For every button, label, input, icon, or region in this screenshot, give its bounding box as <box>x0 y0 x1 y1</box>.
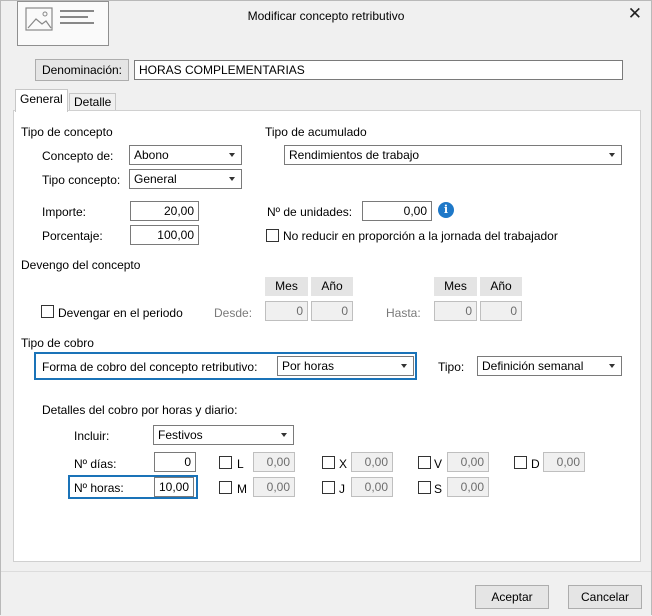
detalles-heading: Detalles del cobro por horas y diario: <box>42 403 238 417</box>
unidades-field[interactable]: 0,00 <box>362 201 432 221</box>
denominacion-field[interactable]: HORAS COMPLEMENTARIAS <box>134 60 623 80</box>
num-dias-label: Nº días: <box>74 457 117 471</box>
day-j-label: J <box>339 482 345 496</box>
tipo-concepto-value: General <box>134 172 177 186</box>
forma-cobro-label: Forma de cobro del concepto retributivo: <box>42 360 258 374</box>
desde-mes-header: Mes <box>265 277 308 296</box>
chevron-down-icon <box>281 433 287 437</box>
num-horas-field[interactable]: 10,00 <box>154 477 194 497</box>
chevron-down-icon <box>609 153 615 157</box>
concepto-de-value: Abono <box>134 148 169 162</box>
chevron-down-icon <box>401 364 407 368</box>
tipo-concepto-select[interactable]: General <box>129 169 242 189</box>
denominacion-button[interactable]: Denominación: <box>35 59 129 81</box>
day-l-field[interactable]: 0,00 <box>253 452 295 472</box>
desde-mes-field[interactable]: 0 <box>265 301 308 321</box>
importe-label: Importe: <box>42 205 87 219</box>
hasta-mes-field[interactable]: 0 <box>434 301 477 321</box>
chevron-down-icon <box>229 153 235 157</box>
document-logo-icon <box>17 1 109 46</box>
hasta-anio-field[interactable]: 0 <box>480 301 522 321</box>
incluir-label: Incluir: <box>74 429 110 443</box>
hasta-label: Hasta: <box>386 306 421 320</box>
day-j-checkbox[interactable] <box>322 481 335 494</box>
no-reducir-label: No reducir en proporción a la jornada de… <box>283 229 558 243</box>
tipo-cobro-heading: Tipo de cobro <box>21 336 94 350</box>
forma-cobro-select[interactable]: Por horas <box>277 356 414 376</box>
hasta-anio-header: Año <box>480 277 522 296</box>
tab-detalle[interactable]: Detalle <box>69 93 117 111</box>
hasta-mes-header: Mes <box>434 277 477 296</box>
forma-cobro-value: Por horas <box>282 359 335 373</box>
day-x-field[interactable]: 0,00 <box>351 452 393 472</box>
day-l-checkbox[interactable] <box>219 456 232 469</box>
tipo-acumulado-heading: Tipo de acumulado <box>265 125 367 139</box>
tipo-select[interactable]: Definición semanal <box>477 356 622 376</box>
desde-label: Desde: <box>214 306 253 320</box>
cancelar-button[interactable]: Cancelar <box>568 585 642 609</box>
desde-anio-field[interactable]: 0 <box>311 301 353 321</box>
importe-field[interactable]: 20,00 <box>130 201 199 221</box>
dialog-footer <box>1 571 651 616</box>
desde-anio-header: Año <box>311 277 353 296</box>
info-icon[interactable]: i <box>438 202 454 218</box>
chevron-down-icon <box>609 364 615 368</box>
day-j-field[interactable]: 0,00 <box>351 477 393 497</box>
tipo-concepto-heading: Tipo de concepto <box>21 125 113 139</box>
day-m-checkbox[interactable] <box>219 481 232 494</box>
incluir-value: Festivos <box>158 428 203 442</box>
devengar-label: Devengar en el periodo <box>58 306 183 320</box>
aceptar-button[interactable]: Aceptar <box>475 585 549 609</box>
devengo-heading: Devengo del concepto <box>21 258 141 272</box>
window-title: Modificar concepto retributivo <box>247 9 405 23</box>
tipo-acumulado-select[interactable]: Rendimientos de trabajo <box>284 145 622 165</box>
day-d-field[interactable]: 0,00 <box>543 452 585 472</box>
dialog-window: Modificar concepto retributivo ✕ Denomin… <box>0 0 652 616</box>
day-v-checkbox[interactable] <box>418 456 431 469</box>
unidades-label: Nº de unidades: <box>267 205 353 219</box>
day-s-field[interactable]: 0,00 <box>447 477 489 497</box>
no-reducir-checkbox[interactable] <box>266 229 279 242</box>
day-v-label: V <box>434 457 443 471</box>
day-s-label: S <box>434 482 443 496</box>
tipo-acumulado-value: Rendimientos de trabajo <box>289 148 420 162</box>
tipo-value: Definición semanal <box>482 359 584 373</box>
porcentaje-label: Porcentaje: <box>42 229 103 243</box>
tab-general[interactable]: General <box>15 89 68 112</box>
num-horas-label: Nº horas: <box>74 481 124 495</box>
day-d-checkbox[interactable] <box>514 456 527 469</box>
day-x-checkbox[interactable] <box>322 456 335 469</box>
chevron-down-icon <box>229 177 235 181</box>
concepto-de-select[interactable]: Abono <box>129 145 242 165</box>
tipo-label: Tipo: <box>438 360 465 374</box>
incluir-select[interactable]: Festivos <box>153 425 294 445</box>
day-m-label: M <box>237 482 247 496</box>
close-icon[interactable]: ✕ <box>628 4 642 24</box>
devengar-checkbox[interactable] <box>41 305 54 318</box>
porcentaje-field[interactable]: 100,00 <box>130 225 199 245</box>
concepto-de-label: Concepto de: <box>42 149 114 163</box>
day-m-field[interactable]: 0,00 <box>253 477 295 497</box>
day-x-label: X <box>339 457 348 471</box>
day-s-checkbox[interactable] <box>418 481 431 494</box>
day-v-field[interactable]: 0,00 <box>447 452 489 472</box>
num-dias-field[interactable]: 0 <box>154 452 196 472</box>
day-l-label: L <box>237 457 244 471</box>
day-d-label: D <box>531 457 540 471</box>
tipo-concepto-label: Tipo concepto: <box>42 173 121 187</box>
